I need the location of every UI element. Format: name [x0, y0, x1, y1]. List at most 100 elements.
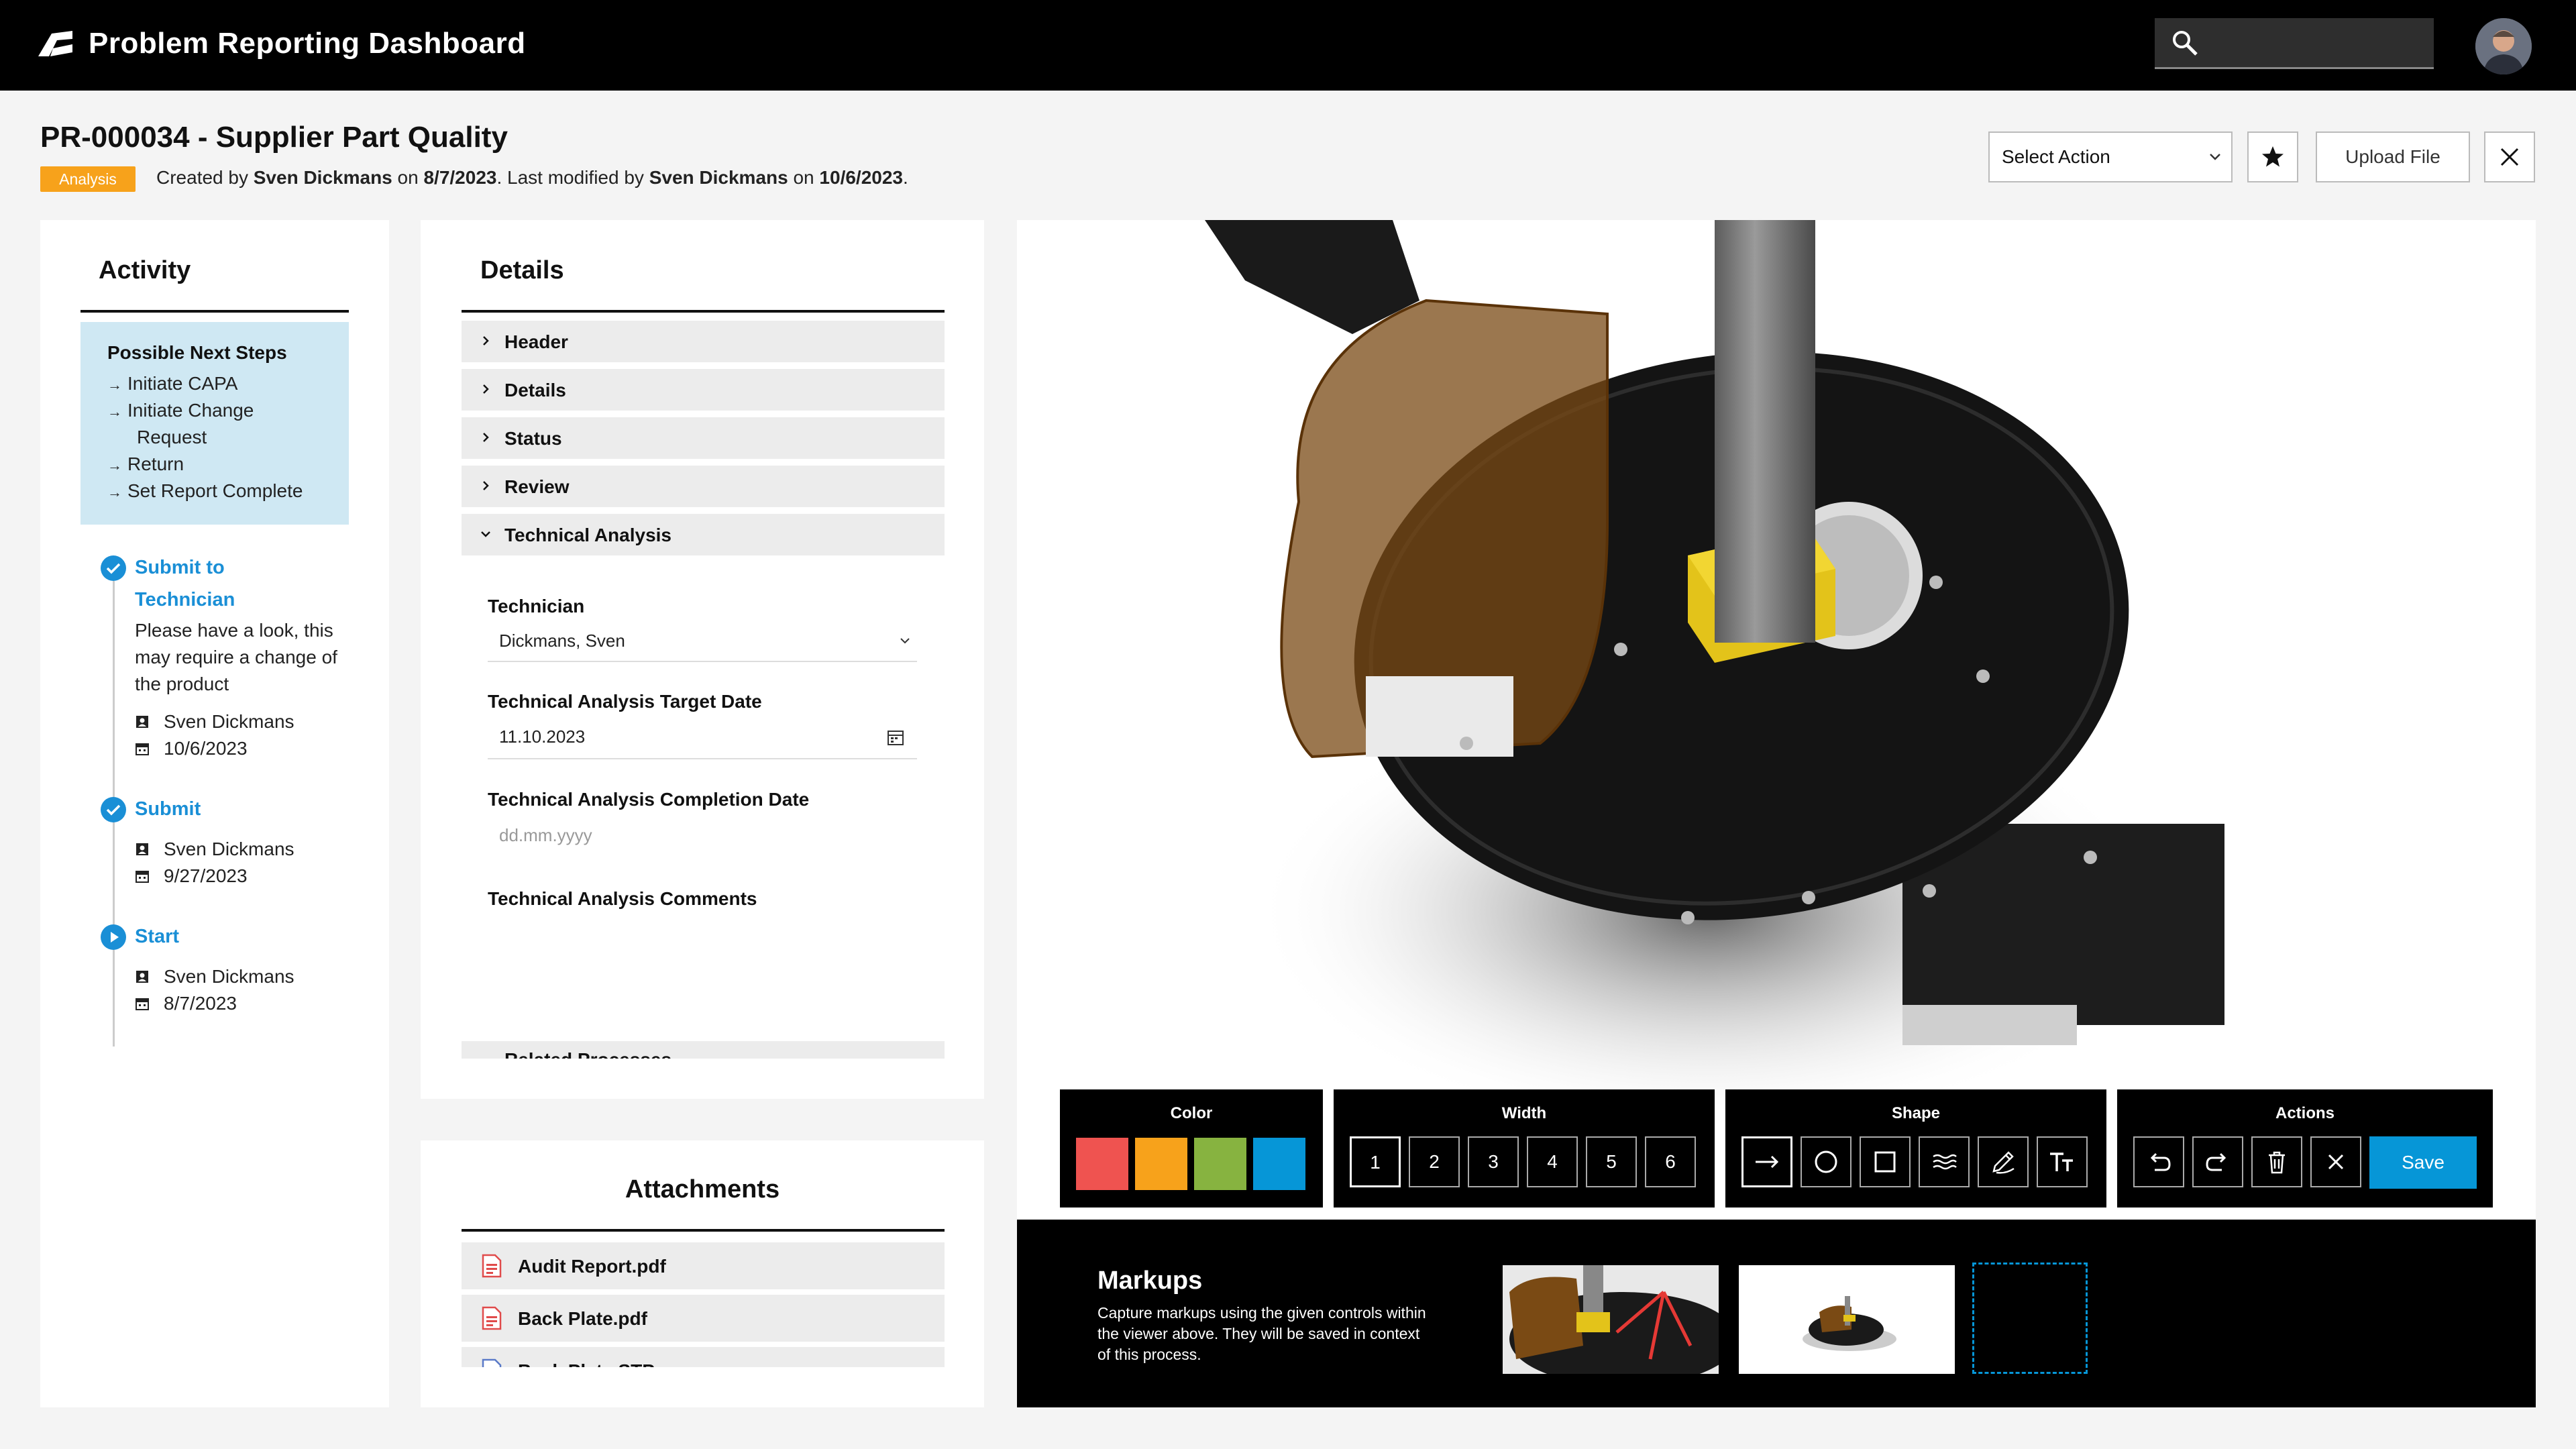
accordion-status[interactable]: Status — [462, 417, 945, 459]
actions-group: Actions Save — [2117, 1089, 2493, 1208]
comments-label: Technical Analysis Comments — [488, 888, 757, 909]
shape-freehand-button[interactable] — [1978, 1136, 2029, 1187]
meta-on: on — [793, 167, 814, 188]
markup-thumbnail-image — [1803, 1296, 1896, 1351]
next-step-label: Return — [127, 453, 184, 474]
color-swatch-orange[interactable] — [1135, 1138, 1187, 1190]
shape-title: Shape — [1891, 1104, 1941, 1122]
meta-created-prefix: Created by — [156, 167, 248, 188]
next-step-initiate-capa[interactable]: → Initiate CAPA — [107, 373, 237, 394]
width-option-2[interactable]: 2 — [1409, 1136, 1460, 1187]
meta-modified-by: Sven Dickmans — [649, 167, 788, 188]
square-icon — [1874, 1151, 1896, 1173]
wave-icon — [1933, 1154, 1957, 1170]
accordion-label: Details — [504, 380, 566, 400]
color-title: Color — [1170, 1104, 1213, 1122]
next-step-return[interactable]: → Return — [107, 453, 184, 475]
avatar[interactable] — [2475, 18, 2532, 74]
actions-title: Actions — [2275, 1104, 2334, 1122]
width-option-4[interactable]: 4 — [1527, 1136, 1578, 1187]
width-option-1[interactable]: 1 — [1350, 1136, 1401, 1187]
shape-group: Shape — [1725, 1089, 2106, 1208]
next-step-set-complete[interactable]: → Set Report Complete — [107, 480, 303, 502]
redo-button[interactable] — [2192, 1136, 2243, 1187]
width-option-5[interactable]: 5 — [1586, 1136, 1637, 1187]
color-group: Color — [1060, 1089, 1323, 1208]
width-option-6[interactable]: 6 — [1645, 1136, 1696, 1187]
timeline-date: 10/6/2023 — [164, 738, 248, 759]
next-step-initiate-change[interactable]: → Initiate Change — [107, 400, 254, 421]
select-action-dropdown[interactable]: Select Action — [1988, 131, 2233, 182]
color-swatch-green[interactable] — [1194, 1138, 1246, 1190]
attachment-name: Back Plate.STP — [518, 1360, 655, 1367]
save-button[interactable]: Save — [2369, 1136, 2477, 1189]
timeline-title: Start — [135, 926, 180, 947]
accordion-technical-analysis[interactable]: Technical Analysis — [462, 514, 945, 555]
check-circle-icon — [101, 797, 126, 822]
chevron-right-icon — [483, 384, 489, 394]
markup-thumbnail[interactable] — [1503, 1265, 1737, 1386]
next-steps-box: Possible Next Steps → Initiate CAPA → Init… — [80, 322, 349, 525]
shape-text-button[interactable] — [2037, 1136, 2088, 1187]
shape-cloud-button[interactable] — [1919, 1136, 1970, 1187]
shape-arrow-button[interactable] — [1741, 1136, 1792, 1187]
close-button[interactable] — [2484, 131, 2535, 182]
favorite-button[interactable] — [2247, 131, 2298, 182]
technician-select[interactable]: Dickmans, Sven — [499, 631, 625, 651]
user-icon — [136, 716, 148, 728]
color-swatch-blue[interactable] — [1253, 1138, 1305, 1190]
chevron-right-icon — [483, 336, 489, 345]
model-render-image[interactable] — [1017, 220, 2536, 1220]
chevron-right-icon — [483, 481, 489, 490]
markups-bar: Markups Capture markups using the given … — [1017, 1220, 2536, 1407]
undo-button[interactable] — [2133, 1136, 2184, 1187]
accordion-label: Related Processes — [504, 1049, 672, 1059]
shape-rectangle-button[interactable] — [1860, 1136, 1911, 1187]
arrow-right-icon — [1756, 1155, 1779, 1169]
attachment-row[interactable]: Back Plate.STP — [462, 1347, 945, 1367]
arrow-right-icon: → — [107, 457, 122, 474]
markup-thumbnail[interactable] — [1739, 1265, 1955, 1374]
app-logo-icon — [38, 31, 72, 56]
accordion-details[interactable]: Details — [462, 369, 945, 411]
width-option-3[interactable]: 3 — [1468, 1136, 1519, 1187]
redo-icon — [2206, 1152, 2226, 1171]
accordion-label: Header — [504, 331, 568, 352]
chevron-down-icon — [481, 531, 490, 537]
add-markup-slot[interactable] — [1972, 1263, 2088, 1374]
upload-file-button[interactable]: Upload File — [2316, 131, 2470, 182]
target-date-input[interactable]: 11.10.2023 — [499, 727, 585, 747]
next-step-label-cont[interactable]: Request — [137, 427, 207, 448]
chevron-down-icon — [2210, 154, 2220, 160]
select-action-label: Select Action — [2002, 146, 2110, 167]
meta-created-by: Sven Dickmans — [253, 167, 392, 188]
timeline-title: Submit — [135, 798, 201, 820]
cancel-button[interactable] — [2310, 1136, 2361, 1187]
meta-end: . — [903, 167, 908, 188]
delete-button[interactable] — [2251, 1136, 2302, 1187]
accordion-header[interactable]: Header — [462, 321, 945, 362]
attachment-row[interactable]: Audit Report.pdf — [462, 1242, 945, 1289]
width-title: Width — [1501, 1104, 1547, 1122]
calendar-icon[interactable] — [887, 729, 904, 746]
attachment-row[interactable]: Back Plate.pdf — [462, 1295, 945, 1342]
next-step-label: Initiate CAPA — [127, 373, 238, 394]
accordion-review[interactable]: Review — [462, 466, 945, 507]
timeline-title: Technician — [135, 589, 235, 610]
text-icon — [2050, 1152, 2073, 1171]
stp-file-icon — [482, 1358, 502, 1367]
app-title: Problem Reporting Dashboard — [89, 27, 526, 60]
circle-icon — [1815, 1150, 1837, 1173]
attachments-divider — [462, 1229, 945, 1232]
shape-circle-button[interactable] — [1801, 1136, 1851, 1187]
color-swatch-red[interactable] — [1076, 1138, 1128, 1190]
accordion-related-processes[interactable]: Related Processes — [462, 1041, 945, 1059]
check-circle-icon — [101, 555, 126, 581]
meta-created-date: 8/7/2023 — [423, 167, 497, 188]
completion-date-input[interactable]: dd.mm.yyyy — [499, 825, 592, 846]
search-input[interactable] — [2155, 18, 2434, 69]
user-photo-icon — [2475, 18, 2532, 74]
next-step-label: Initiate Change — [127, 400, 254, 421]
comment-line: the product — [135, 674, 229, 694]
user-icon — [136, 843, 148, 855]
